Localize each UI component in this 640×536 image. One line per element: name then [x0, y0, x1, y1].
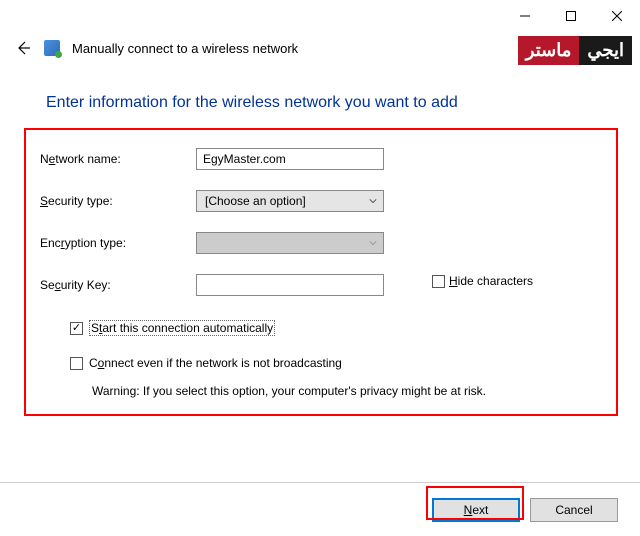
security-key-input[interactable] [196, 274, 384, 296]
security-type-value: [Choose an option] [205, 194, 306, 208]
back-arrow-icon [15, 40, 31, 56]
button-bar: Next Cancel [0, 482, 640, 536]
auto-start-checkbox[interactable] [70, 322, 83, 335]
close-button[interactable] [594, 0, 640, 32]
chevron-down-icon [369, 197, 377, 205]
minimize-icon [520, 11, 530, 21]
network-icon [44, 40, 60, 56]
back-button[interactable] [14, 40, 32, 56]
security-type-dropdown[interactable]: [Choose an option] [196, 190, 384, 212]
hide-characters-label: Hide characters [449, 274, 533, 288]
security-key-label: Security Key: [40, 278, 196, 292]
close-icon [612, 11, 622, 21]
window-titlebar [502, 0, 640, 32]
next-button[interactable]: Next [432, 498, 520, 522]
minimize-button[interactable] [502, 0, 548, 32]
maximize-icon [566, 11, 576, 21]
connect-hidden-row: Connect even if the network is not broad… [70, 356, 342, 370]
encryption-type-dropdown [196, 232, 384, 254]
connect-hidden-checkbox[interactable] [70, 357, 83, 370]
hide-characters-checkbox[interactable] [432, 275, 445, 288]
highlight-frame [24, 128, 618, 416]
encryption-type-label: Encryption type: [40, 236, 196, 250]
hide-characters-row: Hide characters [432, 274, 533, 288]
auto-start-label: Start this connection automatically [89, 320, 275, 336]
auto-start-row: Start this connection automatically [70, 320, 275, 336]
security-key-row: Security Key: [40, 274, 384, 296]
wizard-header: Manually connect to a wireless network [14, 40, 298, 56]
chevron-down-icon [369, 239, 377, 247]
network-name-input[interactable] [196, 148, 384, 170]
badge-dark-part: ايجي [579, 36, 632, 65]
connect-hidden-label: Connect even if the network is not broad… [89, 356, 342, 370]
security-type-label: Security type: [40, 194, 196, 208]
security-type-row: Security type: [Choose an option] [40, 190, 384, 212]
network-name-label: Network name: [40, 152, 196, 166]
maximize-button[interactable] [548, 0, 594, 32]
watermark-badge: ماستر ايجي [518, 36, 632, 65]
cancel-button[interactable]: Cancel [530, 498, 618, 522]
wizard-title: Manually connect to a wireless network [72, 41, 298, 56]
warning-text: Warning: If you select this option, your… [92, 384, 486, 398]
page-instruction: Enter information for the wireless netwo… [46, 94, 458, 112]
encryption-type-row: Encryption type: [40, 232, 384, 254]
network-name-row: Network name: [40, 148, 384, 170]
badge-red-part: ماستر [518, 36, 580, 65]
